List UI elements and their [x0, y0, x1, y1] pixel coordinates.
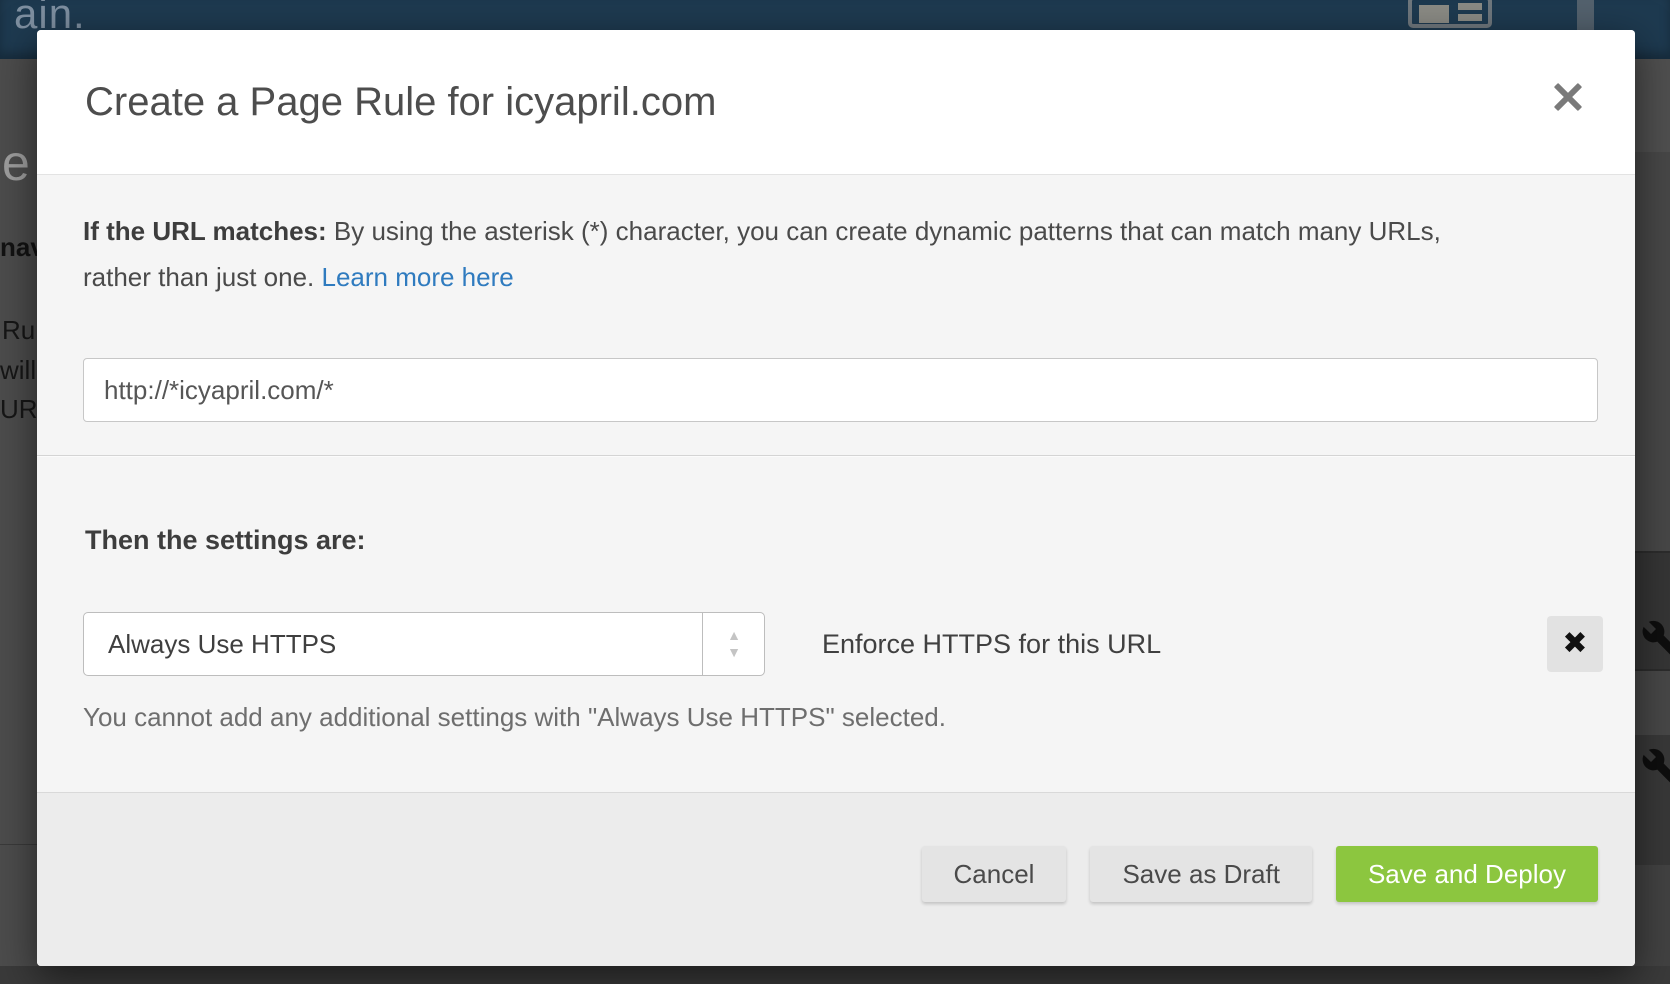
setting-select[interactable]: Always Use HTTPS ▲ ▼ [83, 612, 765, 676]
background-left-strip: e nav Ru will UR [0, 59, 37, 966]
bg-band [1635, 59, 1670, 152]
app-grid-icon-block [1419, 5, 1449, 23]
settings-note: You cannot add any additional settings w… [83, 702, 946, 733]
nav-icon-fragment [1577, 0, 1594, 34]
modal-title: Create a Page Rule for icyapril.com [85, 76, 716, 128]
modal-footer: Cancel Save as Draft Save and Deploy [37, 792, 1635, 966]
background-right-strip [1635, 59, 1670, 966]
modal-header: Create a Page Rule for icyapril.com [37, 30, 1635, 175]
bg-divider [0, 844, 37, 845]
bg-text-fragment: UR [0, 394, 37, 425]
close-button[interactable] [1547, 76, 1589, 118]
bg-text-fragment: e [2, 134, 30, 192]
section-divider [37, 455, 1635, 456]
footer-button-row: Cancel Save as Draft Save and Deploy [922, 846, 1598, 902]
app-grid-icon-bar [1458, 14, 1482, 21]
url-match-paragraph: If the URL matches: By using the asteris… [83, 208, 1481, 300]
app-grid-icon-bar [1458, 3, 1482, 10]
chevron-up-icon: ▲ [703, 628, 765, 642]
chevron-down-icon: ▼ [703, 645, 765, 659]
screen: ain. e nav Ru will UR Create a Page Rule… [0, 0, 1670, 984]
app-grid-icon [1408, 0, 1492, 28]
remove-setting-button[interactable]: ✖ [1547, 616, 1603, 672]
bg-band [1635, 865, 1670, 966]
bg-text-fragment: Ru [2, 315, 35, 346]
learn-more-link[interactable]: Learn more here [321, 262, 513, 292]
remove-icon: ✖ [1547, 616, 1603, 672]
select-stepper: ▲ ▼ [702, 613, 764, 675]
save-deploy-button[interactable]: Save and Deploy [1336, 846, 1598, 902]
save-draft-button[interactable]: Save as Draft [1090, 846, 1312, 902]
cancel-button[interactable]: Cancel [922, 846, 1067, 902]
url-match-label: If the URL matches: [83, 216, 327, 246]
create-page-rule-modal: Create a Page Rule for icyapril.com If t… [37, 30, 1635, 966]
background-bottom-strip [0, 966, 1670, 984]
wrench-icon [1641, 619, 1670, 659]
bg-text-fragment: nav [0, 232, 37, 263]
settings-heading: Then the settings are: [85, 525, 366, 556]
close-icon [1553, 82, 1583, 112]
setting-description: Enforce HTTPS for this URL [822, 612, 1161, 676]
url-pattern-input[interactable] [83, 358, 1598, 422]
wrench-icon [1641, 747, 1670, 787]
selected-setting-label: Always Use HTTPS [108, 613, 336, 675]
bg-text-fragment: will [0, 355, 36, 386]
